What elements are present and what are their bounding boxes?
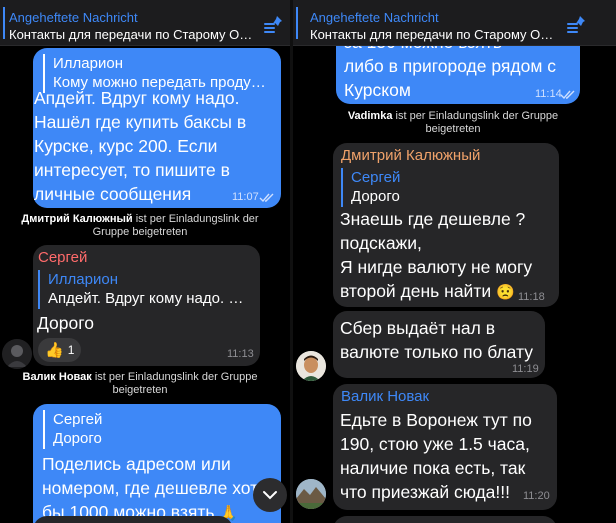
reply-author: Сергей xyxy=(351,169,401,186)
message-bubble-incoming[interactable]: Сергей Илларион Апдейт. Вдруг кому надо.… xyxy=(33,245,260,366)
reply-author: Сергей xyxy=(53,411,103,428)
joined-user-name: Валик Новак xyxy=(22,371,92,383)
reply-quote[interactable]: Сергей Дорого xyxy=(341,168,551,207)
message-bubble-incoming[interactable]: Валик Новак Едьте в Воронеж тут по 190, … xyxy=(333,384,557,510)
joined-user-name: Дмитрий Калюжный xyxy=(21,213,133,225)
sender-name: Дмитрий Калюжный xyxy=(341,147,481,164)
reaction-thumbs-up[interactable]: 👍 1 xyxy=(38,338,82,362)
reply-text: Дорого xyxy=(53,430,102,447)
chevron-down-icon xyxy=(263,491,277,500)
avatar[interactable] xyxy=(296,479,326,509)
service-text: ist per Einladungslink der Gruppe beiget… xyxy=(94,371,258,396)
service-text: ist per Einladungslink der Gruppe beiget… xyxy=(395,110,559,135)
reply-quote[interactable]: Илларион Апдейт. Вдруг кому надо. На… xyxy=(38,270,253,309)
pinned-text: Контакты для передачи по Старому Оскол… xyxy=(9,27,257,42)
message-bubble-outgoing[interactable]: Илларион Кому можно передать продукты… А… xyxy=(33,48,281,208)
message-time: 11:13 xyxy=(227,348,254,360)
reply-text: Дорого xyxy=(351,188,400,205)
message-text: Поделись адресом или номером, где дешевл… xyxy=(42,454,259,522)
message-bubble-incoming[interactable] xyxy=(33,516,233,523)
avatar[interactable] xyxy=(296,351,326,381)
chat-panel-right[interactable]: Angeheftete Nachricht Контакты для перед… xyxy=(293,0,616,523)
sender-name: Валик Новак xyxy=(341,388,430,405)
message-bubble-incoming[interactable]: Дмитрий Калюжный Сергей Дорого Знаешь гд… xyxy=(333,143,559,307)
pinned-message-bar[interactable]: Angeheftete Nachricht Контакты для перед… xyxy=(293,0,616,46)
sender-name: Сергей xyxy=(38,249,88,266)
message-text: Дорого xyxy=(37,313,94,333)
pinned-message-bar[interactable]: Angeheftete Nachricht Контакты для перед… xyxy=(0,0,290,46)
message-time: 11:18 xyxy=(518,291,545,303)
reply-text: Апдейт. Вдруг кому надо. На… xyxy=(48,290,253,307)
service-message: Валик Новак ist per Einladungslink der G… xyxy=(20,371,260,397)
read-check-icon xyxy=(560,90,575,100)
read-check-icon xyxy=(259,193,274,203)
pin-list-icon[interactable] xyxy=(262,13,284,35)
message-bubble-incoming[interactable]: Сбер выдаёт нал в валюте только по блату… xyxy=(333,311,545,378)
service-message: Дмитрий Калюжный ist per Einladungslink … xyxy=(20,213,260,239)
scroll-down-button[interactable] xyxy=(253,478,287,512)
avatar[interactable] xyxy=(2,339,32,369)
message-text: Сбер выдаёт нал в валюте только по блату xyxy=(340,318,533,362)
reply-quote[interactable]: Сергей Дорого xyxy=(43,410,271,449)
pinned-title: Angeheftete Nachricht xyxy=(9,10,138,25)
reply-author: Илларион xyxy=(48,271,118,288)
pinned-accent-line xyxy=(296,7,298,39)
pinned-title: Angeheftete Nachricht xyxy=(310,10,439,25)
joined-user-name: Vadimka xyxy=(347,110,393,122)
service-message: Vadimka ist per Einladungslink der Grupp… xyxy=(333,110,573,136)
message-time: 11:07 xyxy=(232,191,259,203)
reaction-count: 1 xyxy=(67,343,75,357)
thumbs-up-emoji: 👍 xyxy=(45,342,64,359)
pin-list-icon[interactable] xyxy=(565,13,587,35)
message-text: Едьте в Воронеж тут по 190, стою уже 1.5… xyxy=(340,410,532,502)
pinned-accent-line xyxy=(3,7,5,39)
message-text: Апдейт. Вдруг кому надо. Нашёл где купит… xyxy=(34,88,247,204)
reply-author: Илларион xyxy=(53,55,123,72)
worried-emoji: 😟 xyxy=(496,284,515,301)
message-time: 11:19 xyxy=(512,363,539,375)
message-bubble-outgoing[interactable]: Сергей Дорого Поделись адресом или номер… xyxy=(33,404,281,523)
message-bubble-incoming[interactable] xyxy=(333,516,557,523)
pinned-text: Контакты для передачи по Старому Оскол… xyxy=(310,27,558,42)
chat-panel-left[interactable]: Angeheftete Nachricht Контакты для перед… xyxy=(0,0,290,523)
message-time: 11:20 xyxy=(523,490,550,502)
message-time: 11:14 xyxy=(535,88,562,100)
message-text: Знаешь где дешевле ? подскажи, Я нигде в… xyxy=(340,209,533,301)
